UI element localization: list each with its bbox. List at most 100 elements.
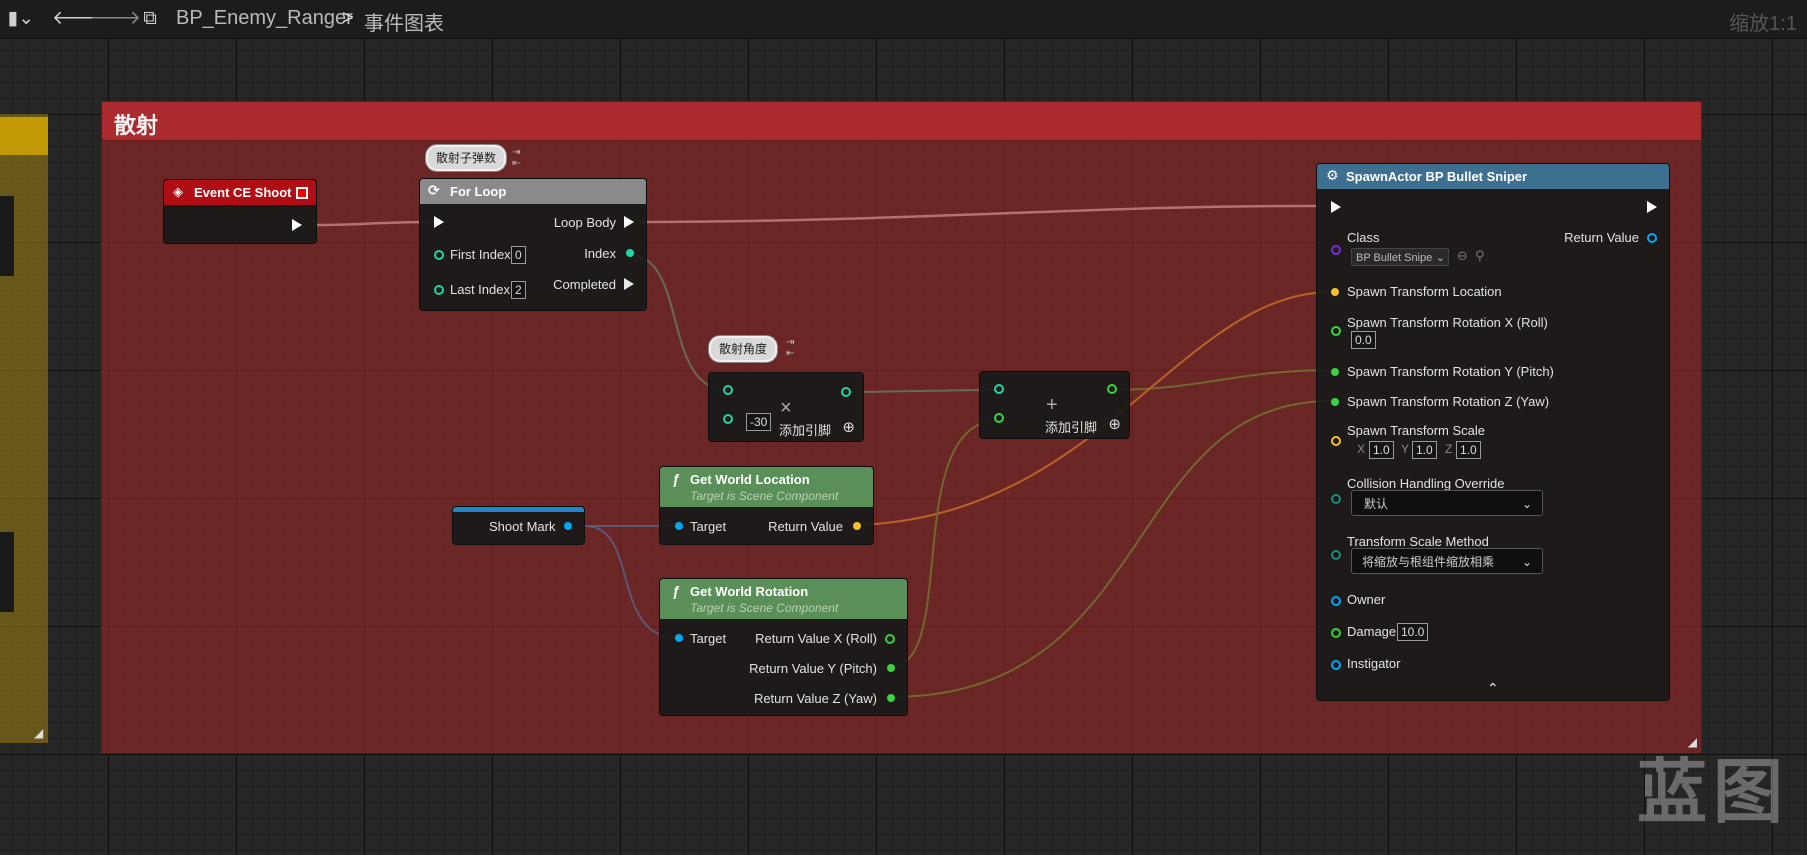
add-pin-icon[interactable]: ⊕ bbox=[842, 418, 855, 436]
use-selected-icon[interactable]: ⊖ bbox=[1457, 248, 1468, 264]
blueprint-watermark: 蓝图 bbox=[1637, 753, 1789, 831]
add-pin-label[interactable]: 添加引脚 bbox=[779, 420, 831, 439]
getworldlocation-target-pin[interactable] bbox=[675, 522, 683, 530]
forloop-header: ⟳ For Loop bbox=[420, 179, 646, 204]
add-node[interactable]: + 添加引脚 ⊕ bbox=[980, 372, 1129, 438]
collision-value: 默认 bbox=[1364, 497, 1389, 511]
variable-header-strip bbox=[453, 507, 584, 512]
scale-pin[interactable] bbox=[1331, 436, 1341, 446]
add-out-pin[interactable] bbox=[1107, 384, 1117, 394]
graph-toolbar: ▮⌄ 🡐 🡒 ⧉ BP_Enemy_Ranger > 事件图表 缩放1:1 bbox=[0, 0, 1807, 39]
rotation-x-pin[interactable] bbox=[1331, 326, 1341, 336]
shootmark-variable-node[interactable]: Shoot Mark bbox=[453, 507, 584, 544]
return-value-label: Return Value bbox=[768, 519, 843, 534]
instigator-pin[interactable] bbox=[1331, 660, 1341, 670]
getworldlocation-subtitle: Target is Scene Component bbox=[690, 489, 839, 503]
forward-arrow-icon[interactable]: 🡒 bbox=[90, 6, 141, 32]
spawn-return-pin[interactable] bbox=[1647, 233, 1657, 243]
scale-z-input[interactable]: 1.0 bbox=[1456, 441, 1481, 459]
event-exec-out-pin[interactable] bbox=[292, 219, 302, 231]
comment-title[interactable]: 散射 bbox=[114, 108, 158, 140]
graph-hierarchy-icon[interactable]: ⧉ bbox=[135, 6, 165, 32]
macro-icon: ⟳ bbox=[428, 182, 440, 198]
breadcrumb-blueprint[interactable]: BP_Enemy_Ranger bbox=[176, 7, 353, 30]
return-x-pin[interactable] bbox=[885, 634, 895, 644]
return-y-pin[interactable] bbox=[887, 664, 895, 672]
getworldlocation-node[interactable]: ƒ Get World Location Target is Scene Com… bbox=[660, 467, 873, 544]
breadcrumb-graph[interactable]: 事件图表 bbox=[364, 7, 444, 36]
function-icon: ƒ bbox=[672, 471, 680, 487]
loop-body-label: Loop Body bbox=[553, 215, 616, 230]
multiply-out-pin[interactable] bbox=[841, 387, 851, 397]
first-index-pin[interactable] bbox=[434, 250, 444, 260]
scale-method-dropdown[interactable]: 将缩放与根组件缩放相乘 ⌄ bbox=[1351, 548, 1543, 574]
return-z-pin[interactable] bbox=[887, 694, 895, 702]
browse-search-icon[interactable]: ⚲ bbox=[1475, 248, 1485, 264]
spawn-exec-in-pin[interactable] bbox=[1331, 201, 1341, 213]
getworldrotation-node[interactable]: ƒ Get World Rotation Target is Scene Com… bbox=[660, 579, 907, 715]
getworldrotation-target-pin[interactable] bbox=[675, 634, 683, 642]
spawn-exec-out-pin[interactable] bbox=[1647, 201, 1657, 213]
scale-z-label: Z bbox=[1445, 442, 1453, 456]
spawnactor-node[interactable]: ⚙ SpawnActor BP Bullet Sniper Class BP B… bbox=[1317, 164, 1669, 700]
chevron-down-icon: ⌄ bbox=[1521, 555, 1532, 569]
class-pin[interactable] bbox=[1331, 245, 1341, 255]
getworldrotation-header: ƒ Get World Rotation Target is Scene Com… bbox=[660, 579, 907, 619]
forloop-comment-bubble[interactable]: 散射子弹数 bbox=[426, 145, 507, 171]
rotation-z-label: Spawn Transform Rotation Z (Yaw) bbox=[1347, 394, 1550, 409]
collision-pin[interactable] bbox=[1331, 494, 1341, 504]
function-icon: ƒ bbox=[672, 583, 680, 599]
class-selector[interactable]: BP Bullet Snipe ⌄ bbox=[1351, 248, 1449, 266]
index-out-pin[interactable] bbox=[626, 249, 634, 257]
index-label: Index bbox=[584, 246, 616, 261]
forloop-title: For Loop bbox=[450, 184, 507, 199]
class-label: Class bbox=[1347, 230, 1380, 245]
chevron-down-icon: ⌄ bbox=[1435, 252, 1445, 264]
multiply-node[interactable]: -30 × 添加引脚 ⊕ bbox=[709, 373, 863, 441]
add-in-b-pin[interactable] bbox=[994, 413, 1004, 423]
forloop-node[interactable]: ⟳ For Loop Loop Body First Index 0 Index… bbox=[420, 179, 646, 310]
rotation-x-input[interactable]: 0.0 bbox=[1351, 331, 1376, 349]
rotation-z-pin[interactable] bbox=[1331, 398, 1339, 406]
comment-header[interactable]: 散射 bbox=[102, 102, 1701, 141]
first-index-input[interactable]: 0 bbox=[511, 246, 526, 264]
breadcrumb-separator-icon: > bbox=[342, 7, 354, 29]
owner-pin[interactable] bbox=[1331, 596, 1341, 606]
last-index-input[interactable]: 2 bbox=[511, 281, 526, 299]
bookmark-dropdown-icon[interactable]: ▮⌄ bbox=[4, 6, 38, 32]
getworldlocation-return-pin[interactable] bbox=[853, 522, 861, 530]
chevron-down-icon: ⌄ bbox=[1521, 497, 1532, 511]
spawn-location-pin[interactable] bbox=[1331, 288, 1339, 296]
scale-y-input[interactable]: 1.0 bbox=[1412, 441, 1437, 459]
damage-input[interactable]: 10.0 bbox=[1397, 623, 1429, 641]
scale-x-input[interactable]: 1.0 bbox=[1369, 441, 1394, 459]
pin-icon[interactable]: ⇥ ⇤ bbox=[786, 337, 794, 359]
multiply-in-b-pin[interactable] bbox=[723, 414, 733, 424]
multiply-in-a-pin[interactable] bbox=[723, 385, 733, 395]
multiply-operand-input[interactable]: -30 bbox=[746, 413, 772, 431]
pin-icon[interactable]: ⇥ ⇤ bbox=[512, 147, 520, 169]
multiply-comment-bubble[interactable]: 散射角度 bbox=[709, 336, 778, 362]
rotation-x-label: Spawn Transform Rotation X (Roll) bbox=[1347, 315, 1548, 330]
event-node[interactable]: ◈ Event CE Shoot bbox=[164, 180, 316, 243]
loop-body-exec-pin[interactable] bbox=[624, 216, 634, 228]
shootmark-out-pin[interactable] bbox=[564, 522, 572, 530]
collapse-chevron-up-icon[interactable]: ⌃ bbox=[1487, 680, 1499, 697]
add-in-a-pin[interactable] bbox=[994, 384, 1004, 394]
add-pin-icon[interactable]: ⊕ bbox=[1108, 415, 1121, 433]
rotation-y-pin[interactable] bbox=[1331, 368, 1339, 376]
getworldrotation-subtitle: Target is Scene Component bbox=[690, 601, 839, 615]
collision-dropdown[interactable]: 默认 ⌄ bbox=[1351, 490, 1543, 516]
scale-y-label: Y bbox=[1401, 442, 1410, 456]
forloop-exec-in-pin[interactable] bbox=[434, 216, 444, 228]
last-index-pin[interactable] bbox=[434, 285, 444, 295]
back-arrow-icon[interactable]: 🡐 bbox=[52, 6, 103, 32]
scale-method-pin[interactable] bbox=[1331, 550, 1341, 560]
delegate-pin[interactable] bbox=[296, 187, 308, 199]
event-node-header: ◈ Event CE Shoot bbox=[164, 180, 316, 205]
offscreen-node bbox=[0, 532, 14, 612]
add-pin-label[interactable]: 添加引脚 bbox=[1045, 417, 1097, 436]
shootmark-label: Shoot Mark bbox=[489, 519, 556, 534]
resize-handle-icon[interactable]: ◢ bbox=[34, 726, 43, 740]
damage-pin[interactable] bbox=[1331, 628, 1341, 638]
